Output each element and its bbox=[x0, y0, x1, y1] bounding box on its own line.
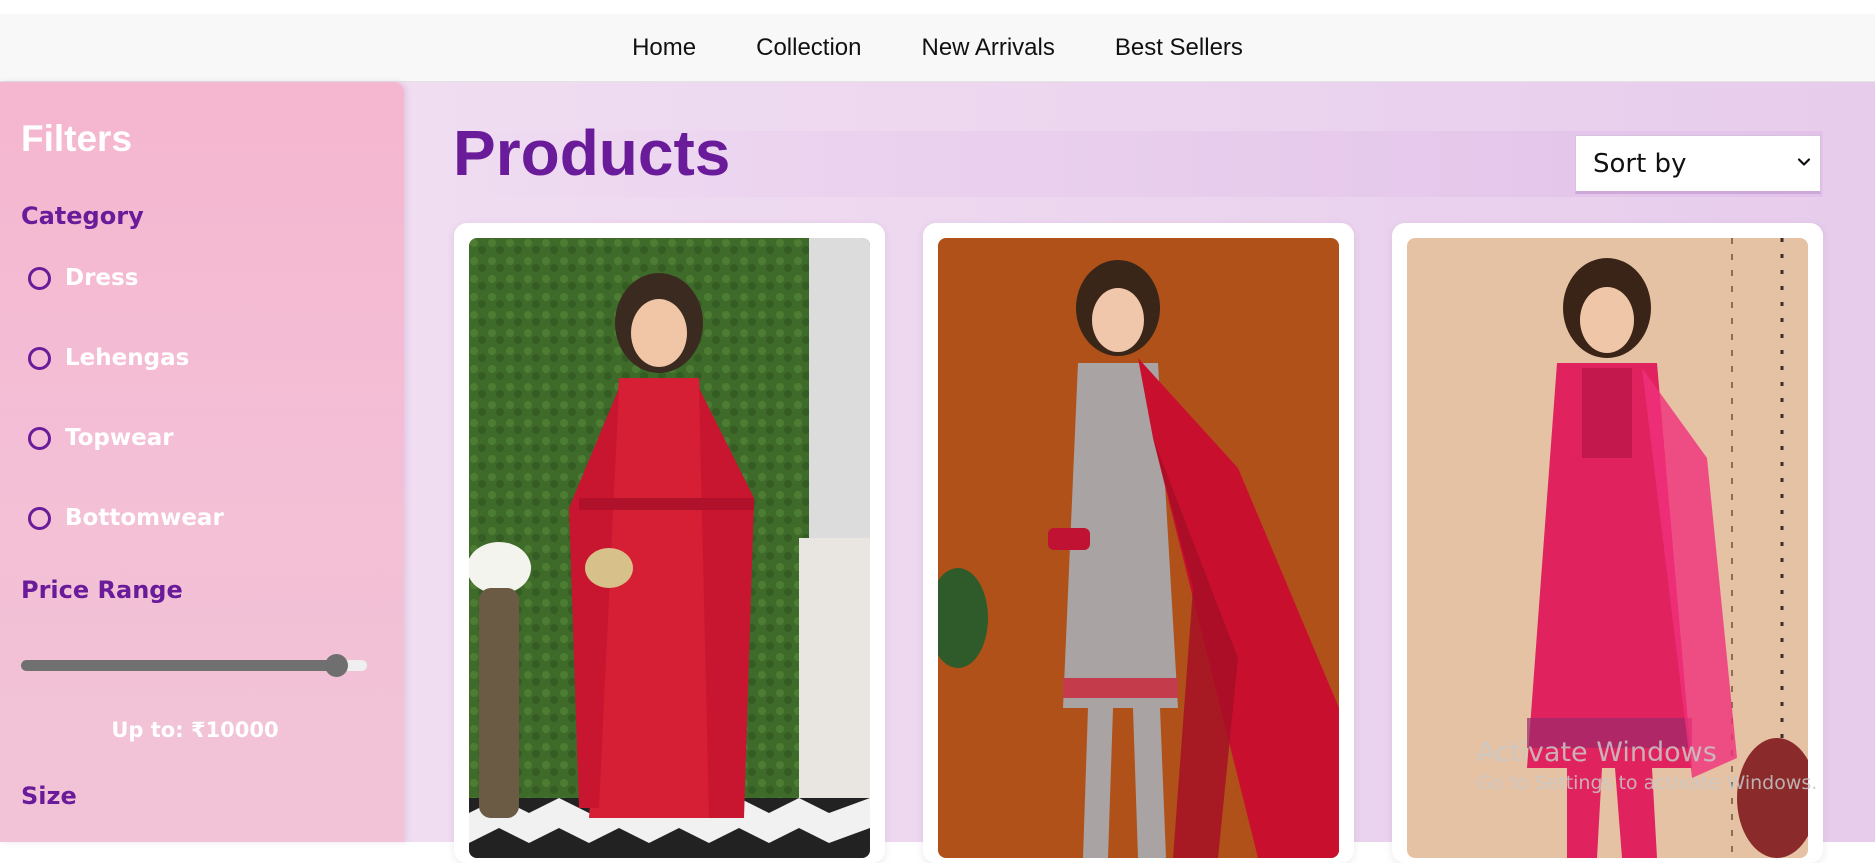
filters-title: Filters bbox=[21, 118, 133, 159]
radio-button[interactable] bbox=[28, 346, 51, 370]
nav-collection-link[interactable]: Collection bbox=[726, 34, 891, 62]
product-photo-illustration bbox=[1407, 238, 1808, 858]
radio-button[interactable] bbox=[28, 426, 51, 450]
category-option-label: Bottomwear bbox=[65, 505, 224, 531]
category-option-topwear[interactable]: Topwear bbox=[28, 425, 174, 451]
sort-by-dropdown[interactable]: Sort by bbox=[1575, 135, 1821, 194]
price-range-value: Up to: ₹10000 bbox=[111, 718, 279, 742]
product-image[interactable] bbox=[1407, 238, 1808, 858]
chevron-down-icon bbox=[1797, 158, 1811, 166]
window-top-strip bbox=[0, 0, 1875, 14]
category-option-label: Lehengas bbox=[65, 345, 190, 371]
product-card[interactable] bbox=[923, 223, 1354, 863]
category-option-dress[interactable]: Dress bbox=[28, 265, 138, 291]
slider-fill bbox=[21, 660, 336, 671]
filters-sidebar: Filters Category Dress Lehengas Topwear … bbox=[0, 82, 404, 842]
category-heading: Category bbox=[21, 202, 144, 230]
category-option-label: Dress bbox=[65, 265, 139, 291]
price-range-heading: Price Range bbox=[21, 576, 183, 604]
product-card[interactable] bbox=[454, 223, 885, 863]
product-image[interactable] bbox=[469, 238, 870, 858]
nav-home-link[interactable]: Home bbox=[602, 34, 726, 62]
page-title: Products bbox=[453, 117, 731, 189]
price-range-slider[interactable] bbox=[21, 654, 367, 677]
nav-new-arrivals-link[interactable]: New Arrivals bbox=[892, 34, 1085, 62]
product-photo-illustration bbox=[938, 238, 1339, 858]
radio-button[interactable] bbox=[28, 506, 51, 530]
sort-by-label: Sort by bbox=[1593, 148, 1687, 179]
category-option-lehengas[interactable]: Lehengas bbox=[28, 345, 189, 371]
top-navigation: Home Collection New Arrivals Best Seller… bbox=[0, 14, 1875, 82]
nav-best-sellers-link[interactable]: Best Sellers bbox=[1085, 34, 1273, 62]
product-photo-illustration bbox=[469, 238, 870, 858]
radio-button[interactable] bbox=[28, 266, 51, 290]
slider-thumb[interactable] bbox=[325, 654, 348, 677]
category-option-bottomwear[interactable]: Bottomwear bbox=[28, 505, 224, 531]
size-heading: Size bbox=[21, 782, 77, 810]
category-option-label: Topwear bbox=[65, 425, 174, 451]
product-card[interactable] bbox=[1392, 223, 1823, 863]
product-image[interactable] bbox=[938, 238, 1339, 858]
